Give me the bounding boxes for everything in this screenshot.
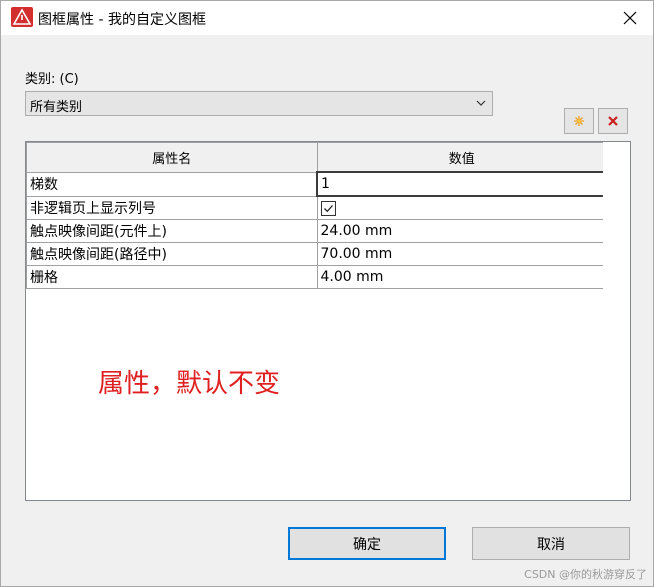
property-value-input[interactable]: 1 <box>316 171 608 197</box>
table-row[interactable]: 非逻辑页上显示列号 <box>26 195 608 220</box>
property-value[interactable]: 24.00 mm <box>316 219 608 243</box>
property-value[interactable]: 70.00 mm <box>316 242 608 266</box>
property-value[interactable]: 4.00 mm <box>316 265 608 289</box>
annotation-text: 属性，默认不变 <box>98 369 281 399</box>
app-icon <box>11 7 33 27</box>
category-label: 类别: (C) <box>25 72 79 87</box>
property-value <box>316 195 608 220</box>
chevron-down-icon <box>476 100 486 106</box>
table-row[interactable]: 触点映像间距(路径中) 70.00 mm <box>26 242 608 266</box>
checkbox[interactable] <box>320 200 336 216</box>
cancel-button[interactable]: 取消 <box>472 527 630 560</box>
table-row[interactable]: 梯数 1 <box>26 171 608 197</box>
table-row[interactable]: 栅格 4.00 mm <box>26 265 608 289</box>
title-bar: 图框属性 - 我的自定义图框 <box>1 1 653 35</box>
sparkle-icon <box>574 116 584 126</box>
checkmark-icon <box>323 204 333 212</box>
dialog-window: 图框属性 - 我的自定义图框 类别: (C) 所有类别 属性名 数值 梯数 1 … <box>0 0 654 587</box>
category-selected-value: 所有类别 <box>30 100 83 115</box>
delete-icon <box>608 116 618 126</box>
table-row[interactable]: 触点映像间距(元件上) 24.00 mm <box>26 219 608 243</box>
column-header-name[interactable]: 属性名 <box>26 142 318 173</box>
property-name: 非逻辑页上显示列号 <box>26 195 318 220</box>
watermark: CSDN @你的秋游穿反了 <box>524 568 647 581</box>
category-select[interactable]: 所有类别 <box>25 91 493 116</box>
ok-button[interactable]: 确定 <box>288 527 446 560</box>
window-title: 图框属性 - 我的自定义图框 <box>38 12 206 28</box>
column-header-value[interactable]: 数值 <box>316 142 608 173</box>
delete-property-button[interactable] <box>598 108 628 134</box>
property-grid: 属性名 数值 梯数 1 非逻辑页上显示列号 触点映像间距(元件上) 24.00 … <box>25 141 631 501</box>
table-header-row: 属性名 数值 <box>26 142 608 173</box>
close-icon <box>623 11 637 25</box>
property-name: 栅格 <box>26 265 318 289</box>
property-table: 属性名 数值 梯数 1 非逻辑页上显示列号 触点映像间距(元件上) 24.00 … <box>26 142 608 289</box>
property-name: 触点映像间距(路径中) <box>26 242 318 266</box>
grid-scroll-area <box>603 142 630 500</box>
add-property-button[interactable] <box>564 108 594 134</box>
property-name: 触点映像间距(元件上) <box>26 219 318 243</box>
close-button[interactable] <box>607 1 653 35</box>
property-name: 梯数 <box>26 171 318 197</box>
